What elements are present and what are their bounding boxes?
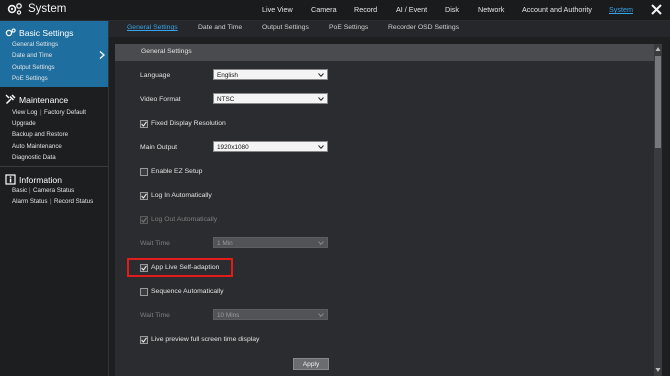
top-bar: System Live View Camera Record AI / Even… xyxy=(0,0,670,21)
app-title-text: System xyxy=(28,3,67,15)
log-in-automatically-label: Log In Automatically xyxy=(151,192,212,199)
checkmark-icon xyxy=(141,217,147,223)
wait-time-select: 10 Mins xyxy=(213,309,328,320)
gear-icon xyxy=(5,28,16,37)
nav-live-view[interactable]: Live View xyxy=(262,5,293,14)
checkmark-icon xyxy=(141,193,147,199)
language-label: Language xyxy=(140,72,171,79)
settings-panel: General Settings xyxy=(115,44,654,376)
wait-time-value: 10 Mins xyxy=(217,312,240,319)
sidebar-maintenance-label: Maintenance xyxy=(19,94,69,105)
checkmark-icon xyxy=(141,121,147,127)
nav-system[interactable]: System xyxy=(609,5,633,14)
sidebar-item-view-log[interactable]: View Log xyxy=(12,109,37,116)
log-in-automatically-checkbox[interactable] xyxy=(140,192,148,200)
section-title: General Settings xyxy=(141,48,192,55)
sidebar-item-camera-status[interactable]: Camera Status xyxy=(33,187,74,194)
wait-time-label: Wait Time xyxy=(140,312,170,319)
nav-camera[interactable]: Camera xyxy=(311,5,337,14)
chevron-down-icon xyxy=(318,241,324,245)
nav-account-authority[interactable]: Account and Authority xyxy=(522,5,592,14)
fixed-display-resolution-label: Fixed Display Resolution xyxy=(151,120,226,127)
sidebar-separator: | xyxy=(29,187,31,194)
live-preview-full-screen-checkbox[interactable] xyxy=(140,336,148,344)
chevron-down-icon xyxy=(318,145,324,149)
sidebar: Basic Settings General Settings Date and… xyxy=(0,21,109,376)
language-value: English xyxy=(217,72,238,79)
app-title: System xyxy=(7,2,66,16)
chevron-right-icon[interactable] xyxy=(99,51,105,59)
sidebar-divider xyxy=(0,166,108,167)
sidebar-item-general-settings[interactable]: General Settings xyxy=(12,41,58,48)
section-header: General Settings xyxy=(115,44,654,61)
tab-recorder-osd-settings[interactable]: Recorder OSD Settings xyxy=(388,24,459,31)
apply-button[interactable]: Apply xyxy=(293,358,329,370)
sidebar-item-poe-settings[interactable]: PoE Settings xyxy=(12,75,48,82)
chevron-down-icon xyxy=(318,313,324,317)
nav-disk[interactable]: Disk xyxy=(445,5,459,14)
tab-poe-settings[interactable]: PoE Settings xyxy=(329,24,368,31)
log-out-automatically-checkbox xyxy=(140,216,148,224)
sidebar-item-factory-default[interactable]: Factory Default xyxy=(44,109,86,116)
wrench-icon xyxy=(5,94,16,105)
log-out-automatically-label: Log Out Automatically xyxy=(151,216,218,223)
main-output-value: 1920x1080 xyxy=(217,144,249,151)
sidebar-item-backup-restore[interactable]: Backup and Restore xyxy=(12,131,68,138)
sidebar-separator: | xyxy=(50,198,52,205)
scroll-up-icon[interactable] xyxy=(655,46,661,52)
sidebar-information-title[interactable]: Information xyxy=(5,174,62,185)
gear-icon xyxy=(7,3,22,15)
tab-general-settings[interactable]: General Settings xyxy=(127,24,178,31)
live-preview-full-screen-label: Live preview full screen time display xyxy=(151,336,260,343)
sidebar-information-label: Information xyxy=(19,174,62,185)
sidebar-item-date-time[interactable]: Date and Time xyxy=(12,52,52,59)
sidebar-section-basic: Basic Settings General Settings Date and… xyxy=(0,21,108,87)
sidebar-separator: | xyxy=(40,109,42,116)
main-output-label: Main Output xyxy=(140,144,178,151)
tab-bar: General Settings Date and Time Output Se… xyxy=(109,21,670,37)
tab-output-settings[interactable]: Output Settings xyxy=(262,24,309,31)
enable-ez-setup-label: Enable EZ Setup xyxy=(151,168,203,175)
sidebar-item-upgrade[interactable]: Upgrade xyxy=(12,120,36,127)
sidebar-item-alarm-status[interactable]: Alarm Status xyxy=(12,198,47,205)
chevron-down-icon xyxy=(318,97,324,101)
sidebar-item-diagnostic-data[interactable]: Diagnostic Data xyxy=(12,154,56,161)
checkmark-icon xyxy=(141,337,147,343)
sidebar-item-output-settings[interactable]: Output Settings xyxy=(12,64,55,71)
nav-ai-event[interactable]: AI / Event xyxy=(396,5,427,14)
info-icon xyxy=(5,174,16,185)
chevron-down-icon xyxy=(318,73,324,77)
scrollbar[interactable] xyxy=(654,44,662,376)
main-output-select[interactable]: 1920x1080 xyxy=(213,141,328,152)
video-format-select[interactable]: NTSC xyxy=(213,93,328,104)
sidebar-item-record-status[interactable]: Record Status xyxy=(54,198,93,205)
video-format-label: Video Format xyxy=(140,96,181,103)
sidebar-basic-title[interactable]: Basic Settings xyxy=(5,28,73,38)
scrollbar-thumb[interactable] xyxy=(655,56,661,148)
wait-time-label: Wait Time xyxy=(140,240,170,247)
highlight-box xyxy=(127,258,233,277)
close-icon[interactable] xyxy=(650,3,663,16)
video-format-value: NTSC xyxy=(217,96,235,103)
sidebar-basic-label: Basic Settings xyxy=(19,28,74,38)
enable-ez-setup-checkbox[interactable] xyxy=(140,168,148,176)
nav-network[interactable]: Network xyxy=(478,5,504,14)
language-select[interactable]: English xyxy=(213,69,328,80)
sidebar-item-basic[interactable]: Basic xyxy=(12,187,27,194)
sequence-automatically-label: Sequence Automatically xyxy=(151,288,224,295)
wait-time-value: 1 Min xyxy=(217,240,233,247)
sequence-automatically-checkbox[interactable] xyxy=(140,288,148,296)
fixed-display-resolution-checkbox[interactable] xyxy=(140,120,148,128)
wait-time-select: 1 Min xyxy=(213,237,328,248)
sidebar-maintenance-title[interactable]: Maintenance xyxy=(5,94,68,105)
tab-date-time[interactable]: Date and Time xyxy=(198,24,242,31)
scroll-down-icon[interactable] xyxy=(655,367,661,373)
nav-record[interactable]: Record xyxy=(354,5,377,14)
sidebar-item-auto-maintenance[interactable]: Auto Maintenance xyxy=(12,143,62,150)
